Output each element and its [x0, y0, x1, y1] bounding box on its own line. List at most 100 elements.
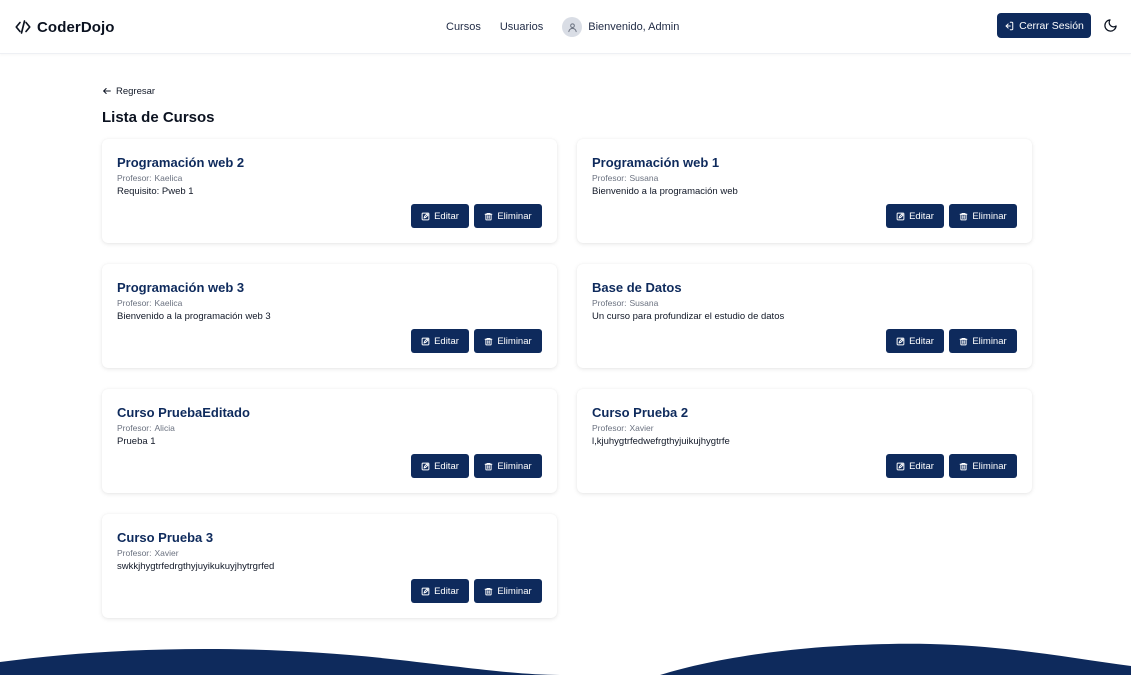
user-icon [562, 17, 583, 37]
welcome-text: Bienvenido, Admin [588, 21, 680, 33]
course-title[interactable]: Curso Prueba 3 [117, 530, 213, 545]
delete-label: Eliminar [497, 210, 532, 222]
delete-label: Eliminar [972, 210, 1007, 222]
course-title[interactable]: Curso Prueba 2 [592, 405, 688, 420]
code-icon [14, 18, 32, 36]
edit-label: Editar [909, 210, 934, 222]
professor-name: Xavier [154, 548, 179, 558]
delete-button[interactable]: Eliminar [949, 329, 1017, 353]
nav-link-usuarios[interactable]: Usuarios [500, 21, 543, 33]
professor-label: Profesor: [592, 173, 627, 183]
arrow-left-icon [102, 86, 112, 96]
delete-label: Eliminar [497, 335, 532, 347]
delete-button[interactable]: Eliminar [474, 204, 542, 228]
edit-icon [896, 337, 905, 346]
course-title[interactable]: Programación web 2 [117, 155, 244, 170]
edit-icon [896, 212, 905, 221]
course-card: Curso Prueba 2 Profesor: Xavier l,kjuhygt… [577, 389, 1032, 493]
course-professor: Profesor: Xavier [117, 548, 179, 558]
course-title[interactable]: Curso PruebaEditado [117, 405, 250, 420]
course-card: Programación web 1 Profesor: Susana Bienv… [577, 139, 1032, 243]
edit-button[interactable]: Editar [886, 329, 944, 353]
professor-name: Susana [629, 173, 659, 183]
delete-label: Eliminar [972, 460, 1007, 472]
nav-link-cursos[interactable]: Cursos [446, 21, 481, 33]
edit-button[interactable]: Editar [411, 204, 469, 228]
professor-name: Kaelica [154, 173, 183, 183]
course-card: Curso Prueba 3 Profesor: Xavier swkkjhygt… [102, 514, 557, 618]
course-title[interactable]: Programación web 3 [117, 280, 244, 295]
footer-wave [0, 643, 1131, 675]
course-description: Prueba 1 [117, 436, 156, 447]
professor-label: Profesor: [117, 548, 152, 558]
trash-icon [484, 337, 493, 346]
course-professor: Profesor: Alicia [117, 423, 175, 433]
delete-button[interactable]: Eliminar [949, 204, 1017, 228]
delete-label: Eliminar [497, 460, 532, 472]
professor-label: Profesor: [117, 423, 152, 433]
delete-button[interactable]: Eliminar [474, 579, 542, 603]
edit-button[interactable]: Editar [411, 579, 469, 603]
course-description: Bienvenido a la programación web [592, 186, 738, 197]
trash-icon [959, 462, 968, 471]
course-description: Requisito: Pweb 1 [117, 186, 194, 197]
edit-button[interactable]: Editar [411, 454, 469, 478]
edit-icon [421, 337, 430, 346]
course-title[interactable]: Base de Datos [592, 280, 682, 295]
course-card: Programación web 2 Profesor: Kaelica Requ… [102, 139, 557, 243]
edit-icon [421, 587, 430, 596]
course-title[interactable]: Programación web 1 [592, 155, 719, 170]
course-card: Curso PruebaEditado Profesor: Alicia Prue… [102, 389, 557, 493]
edit-label: Editar [434, 210, 459, 222]
edit-icon [896, 462, 905, 471]
back-link[interactable]: Regresar [102, 85, 155, 97]
professor-label: Profesor: [117, 173, 152, 183]
course-professor: Profesor: Xavier [592, 423, 654, 433]
professor-name: Susana [629, 298, 659, 308]
professor-label: Profesor: [592, 423, 627, 433]
professor-label: Profesor: [117, 298, 152, 308]
back-label: Regresar [116, 85, 156, 97]
course-professor: Profesor: Susana [592, 298, 658, 308]
page-title: Lista de Cursos [102, 109, 215, 126]
delete-button[interactable]: Eliminar [474, 454, 542, 478]
delete-label: Eliminar [497, 585, 532, 597]
logout-button[interactable]: Cerrar Sesión [997, 13, 1091, 38]
course-description: swkkjhygtrfedrgthyjuyikukuyjhytrgrfed [117, 561, 275, 572]
professor-name: Kaelica [154, 298, 183, 308]
professor-name: Xavier [629, 423, 654, 433]
trash-icon [484, 462, 493, 471]
trash-icon [484, 587, 493, 596]
course-professor: Profesor: Kaelica [117, 173, 182, 183]
edit-icon [421, 462, 430, 471]
edit-button[interactable]: Editar [411, 329, 469, 353]
nav-menu: Cursos Usuarios Bienvenido, Admin [446, 14, 679, 40]
log-out-icon [1004, 21, 1014, 31]
edit-label: Editar [434, 460, 459, 472]
course-professor: Profesor: Kaelica [117, 298, 182, 308]
edit-label: Editar [434, 585, 459, 597]
trash-icon [484, 212, 493, 221]
course-description: Bienvenido a la programación web 3 [117, 311, 271, 322]
delete-button[interactable]: Eliminar [474, 329, 542, 353]
edit-label: Editar [434, 335, 459, 347]
user-info: Bienvenido, Admin [562, 17, 679, 37]
brand[interactable]: CoderDojo [14, 16, 115, 38]
delete-label: Eliminar [972, 335, 1007, 347]
moon-icon[interactable] [1103, 18, 1119, 34]
trash-icon [959, 212, 968, 221]
edit-button[interactable]: Editar [886, 204, 944, 228]
course-card: Programación web 3 Profesor: Kaelica Bien… [102, 264, 557, 368]
course-professor: Profesor: Susana [592, 173, 658, 183]
edit-button[interactable]: Editar [886, 454, 944, 478]
brand-name: CoderDojo [37, 18, 115, 36]
delete-button[interactable]: Eliminar [949, 454, 1017, 478]
edit-icon [421, 212, 430, 221]
course-description: Un curso para profundizar el estudio de … [592, 311, 785, 322]
professor-label: Profesor: [592, 298, 627, 308]
edit-label: Editar [909, 460, 934, 472]
edit-label: Editar [909, 335, 934, 347]
logout-label: Cerrar Sesión [1019, 19, 1084, 32]
trash-icon [959, 337, 968, 346]
course-description: l,kjuhygtrfedwefrgthyjuikujhygtrfe [592, 436, 730, 447]
